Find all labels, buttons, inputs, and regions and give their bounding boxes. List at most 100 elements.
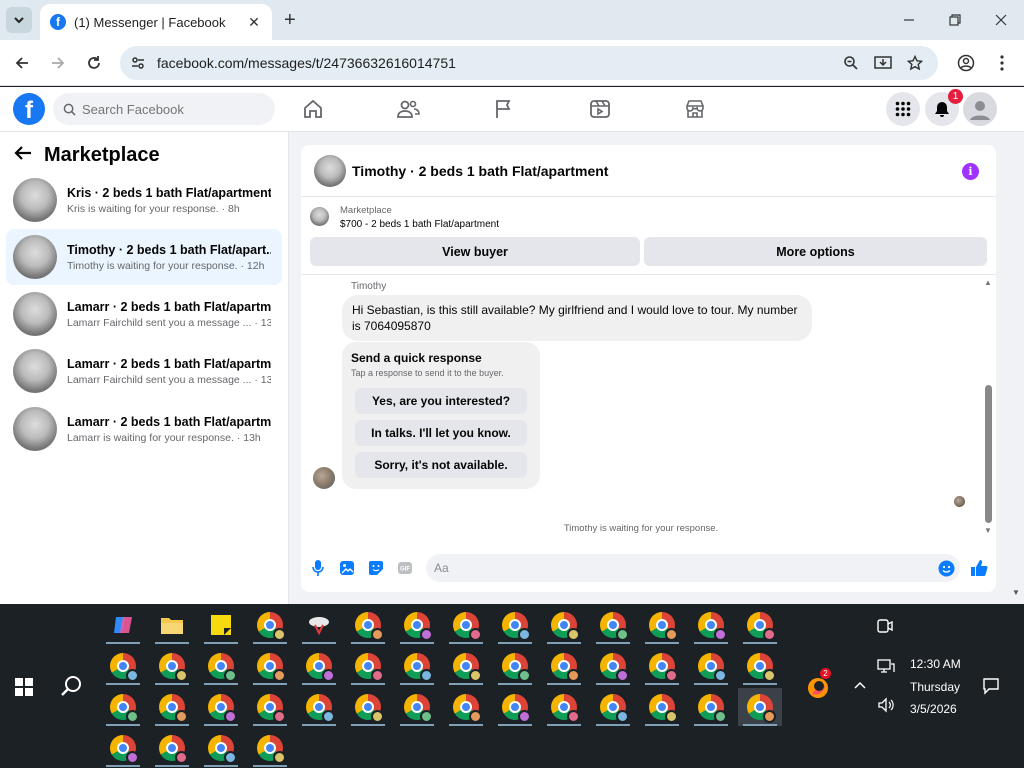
chrome-app[interactable] xyxy=(493,606,537,644)
url-text[interactable]: facebook.com/messages/t/2473663261601475… xyxy=(157,55,456,71)
clock-day[interactable]: Thursday xyxy=(910,680,960,694)
bookmark-star-icon[interactable] xyxy=(905,53,925,73)
account-avatar[interactable] xyxy=(963,92,997,126)
zoom-icon[interactable] xyxy=(841,53,861,73)
message-input[interactable] xyxy=(434,561,924,575)
thumbs-up-icon[interactable] xyxy=(970,559,988,577)
video-nav[interactable] xyxy=(588,97,612,121)
chrome-app[interactable] xyxy=(395,606,439,644)
chrome-app[interactable] xyxy=(542,688,586,726)
chrome-app[interactable] xyxy=(738,688,782,726)
chrome-app[interactable] xyxy=(248,729,292,767)
chrome-app[interactable] xyxy=(248,647,292,685)
gif-icon[interactable]: GIF xyxy=(396,559,414,577)
listing-summary[interactable]: Marketplace $700 - 2 beds 1 bath Flat/ap… xyxy=(310,205,499,230)
back-arrow-icon[interactable] xyxy=(14,144,32,167)
snipping-tool-app[interactable] xyxy=(297,606,341,644)
microphone-icon[interactable] xyxy=(309,559,327,577)
chrome-app[interactable] xyxy=(444,606,488,644)
chrome-app[interactable] xyxy=(689,688,733,726)
facebook-search[interactable] xyxy=(53,93,275,125)
chrome-app[interactable] xyxy=(346,606,390,644)
windows-start-icon[interactable] xyxy=(15,678,33,696)
restore-button[interactable] xyxy=(943,8,967,32)
message-bubble[interactable]: Hi Sebastian, is this still available? M… xyxy=(342,295,812,341)
meet-now-icon[interactable] xyxy=(876,618,894,637)
chrome-app[interactable] xyxy=(346,647,390,685)
chrome-app[interactable] xyxy=(689,647,733,685)
chrome-app[interactable] xyxy=(395,688,439,726)
sticky-notes-app[interactable] xyxy=(199,606,243,644)
chrome-app[interactable] xyxy=(199,688,243,726)
back-button[interactable] xyxy=(11,52,33,74)
chrome-app[interactable] xyxy=(199,729,243,767)
chrome-app[interactable] xyxy=(395,647,439,685)
quick-response-in-talks[interactable]: In talks. I'll let you know. xyxy=(355,420,527,446)
profile-button[interactable] xyxy=(955,52,977,74)
quick-response-not-available[interactable]: Sorry, it's not available. xyxy=(355,452,527,478)
clock-time[interactable]: 12:30 AM xyxy=(910,657,961,671)
chrome-app[interactable] xyxy=(101,729,145,767)
chrome-app[interactable] xyxy=(493,647,537,685)
page-scroll-down-icon[interactable]: ▼ xyxy=(1012,588,1020,597)
tab-search-button[interactable] xyxy=(6,7,32,33)
chrome-app[interactable] xyxy=(640,606,684,644)
info-icon[interactable]: i xyxy=(962,163,979,180)
chrome-app[interactable] xyxy=(640,647,684,685)
forward-button[interactable] xyxy=(47,52,69,74)
marketplace-nav[interactable] xyxy=(683,97,707,121)
chrome-app[interactable] xyxy=(346,688,390,726)
conversation-item-selected[interactable]: Timothy · 2 beds 1 bath Flat/apart... Tim… xyxy=(6,229,282,285)
chrome-app[interactable] xyxy=(493,688,537,726)
close-window-button[interactable] xyxy=(989,8,1013,32)
chrome-app[interactable] xyxy=(591,606,635,644)
more-options-button[interactable]: More options xyxy=(644,237,987,266)
network-icon[interactable] xyxy=(877,658,895,677)
firefox-app[interactable]: 2 xyxy=(796,668,840,706)
chat-title[interactable]: Timothy · 2 beds 1 bath Flat/apartment xyxy=(352,163,608,179)
chrome-app[interactable] xyxy=(248,688,292,726)
reload-button[interactable] xyxy=(83,52,105,74)
conversation-item[interactable]: Lamarr · 2 beds 1 bath Flat/apartm... Lam… xyxy=(6,401,282,457)
volume-icon[interactable] xyxy=(877,697,895,716)
menu-button[interactable] xyxy=(886,92,920,126)
facebook-logo[interactable]: f xyxy=(13,93,45,125)
install-app-icon[interactable] xyxy=(873,53,893,73)
chrome-app[interactable] xyxy=(297,688,341,726)
photo-icon[interactable] xyxy=(338,559,356,577)
conversation-item[interactable]: Lamarr · 2 beds 1 bath Flat/apartm... Lam… xyxy=(6,343,282,399)
chrome-app[interactable] xyxy=(101,688,145,726)
sticker-icon[interactable] xyxy=(367,559,385,577)
notifications-center-icon[interactable] xyxy=(982,677,1000,698)
avatar[interactable] xyxy=(314,154,346,187)
clock-date[interactable]: 3/5/2026 xyxy=(910,702,957,716)
home-nav[interactable] xyxy=(301,97,325,121)
friends-nav[interactable] xyxy=(396,97,420,121)
chrome-app[interactable] xyxy=(297,647,341,685)
minimize-button[interactable] xyxy=(897,8,921,32)
chrome-app[interactable] xyxy=(150,729,194,767)
close-tab-icon[interactable]: ✕ xyxy=(246,14,262,31)
site-info-icon[interactable] xyxy=(128,53,148,73)
chrome-app[interactable] xyxy=(591,688,635,726)
chrome-app[interactable] xyxy=(444,688,488,726)
chrome-app[interactable] xyxy=(150,647,194,685)
conversation-item[interactable]: Lamarr · 2 beds 1 bath Flat/apartm... Lam… xyxy=(6,286,282,342)
chrome-app[interactable] xyxy=(591,647,635,685)
chevron-up-icon[interactable] xyxy=(853,679,867,693)
chrome-app[interactable] xyxy=(542,647,586,685)
new-tab-button[interactable]: + xyxy=(284,10,296,30)
conversation-item[interactable]: Kris · 2 beds 1 bath Flat/apartment Kris … xyxy=(6,172,282,228)
copilot-app[interactable] xyxy=(101,606,145,644)
quick-response-yes[interactable]: Yes, are you interested? xyxy=(355,388,527,414)
chat-scrollbar[interactable]: ▲ ▼ xyxy=(984,275,994,537)
address-bar[interactable]: facebook.com/messages/t/2473663261601475… xyxy=(120,46,938,80)
chrome-app[interactable] xyxy=(738,606,782,644)
chrome-app[interactable] xyxy=(150,688,194,726)
chrome-app[interactable] xyxy=(542,606,586,644)
scrollbar-thumb[interactable] xyxy=(985,385,992,523)
chrome-app[interactable] xyxy=(248,606,292,644)
file-explorer-app[interactable] xyxy=(150,606,194,644)
chrome-app[interactable] xyxy=(444,647,488,685)
pages-nav[interactable] xyxy=(492,97,516,121)
